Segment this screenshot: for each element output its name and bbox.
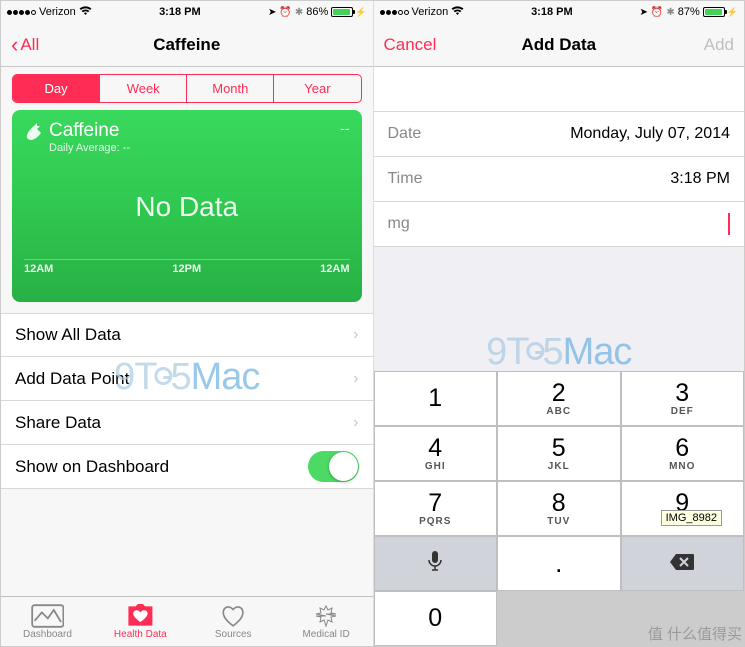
segment-week[interactable]: Week bbox=[99, 75, 186, 102]
key-2[interactable]: 2ABC bbox=[497, 371, 621, 426]
nav-title: Caffeine bbox=[83, 35, 291, 55]
alarm-icon: ⏰ bbox=[651, 7, 663, 18]
battery-pct: 86% bbox=[306, 6, 328, 18]
tab-sources[interactable]: Sources bbox=[187, 597, 280, 646]
dashboard-icon bbox=[31, 604, 65, 628]
bluetooth-icon: ✱ bbox=[666, 7, 674, 18]
alarm-icon: ⏰ bbox=[279, 7, 291, 18]
card-subtitle: Daily Average: -- bbox=[49, 142, 130, 154]
add-button[interactable]: Add bbox=[704, 35, 734, 55]
medical-id-icon bbox=[314, 604, 338, 628]
key-period[interactable]: . bbox=[497, 536, 621, 591]
axis-12am-2: 12AM bbox=[320, 263, 349, 275]
cancel-button[interactable]: Cancel bbox=[384, 35, 437, 55]
row-show-all-data[interactable]: Show All Data › bbox=[1, 313, 373, 357]
chevron-right-icon: › bbox=[353, 326, 358, 344]
nav-title: Add Data bbox=[456, 35, 663, 55]
navbar: Cancel Add Data Add bbox=[374, 23, 745, 67]
segment-day[interactable]: Day bbox=[13, 75, 99, 102]
key-3[interactable]: 3DEF bbox=[621, 371, 745, 426]
navbar: ‹ All Caffeine bbox=[1, 23, 373, 67]
blank-row bbox=[374, 67, 745, 112]
axis-12am-1: 12AM bbox=[24, 263, 53, 275]
statusbar-time: 3:18 PM bbox=[464, 6, 639, 18]
phone-left: Verizon 3:18 PM ➤ ⏰ ✱ 86% ⚡ ‹ All Caffei… bbox=[1, 1, 373, 646]
axis-12pm: 12PM bbox=[172, 263, 201, 275]
tab-medical-id[interactable]: Medical ID bbox=[280, 597, 373, 646]
location-icon: ➤ bbox=[640, 7, 648, 18]
statusbar: Verizon 3:18 PM ➤ ⏰ ✱ 87% ⚡ bbox=[374, 1, 745, 23]
microphone-icon bbox=[427, 550, 443, 578]
carrot-icon bbox=[24, 123, 42, 146]
time-range-segmented: Day Week Month Year bbox=[12, 74, 362, 103]
bluetooth-icon: ✱ bbox=[295, 7, 303, 18]
time-label: Time bbox=[388, 170, 458, 188]
chevron-right-icon: › bbox=[353, 370, 358, 388]
key-0[interactable]: 0 bbox=[374, 591, 498, 646]
battery-pct: 87% bbox=[678, 6, 700, 18]
key-backspace[interactable] bbox=[621, 536, 745, 591]
key-1[interactable]: 1 bbox=[374, 371, 498, 426]
time-value: 3:18 PM bbox=[458, 170, 731, 188]
row-time[interactable]: Time 3:18 PM bbox=[374, 157, 745, 202]
wifi-icon bbox=[79, 6, 92, 19]
text-cursor bbox=[728, 213, 730, 235]
card-no-data: No Data bbox=[24, 154, 350, 259]
statusbar: Verizon 3:18 PM ➤ ⏰ ✱ 86% ⚡ bbox=[1, 1, 373, 23]
date-value: Monday, July 07, 2014 bbox=[458, 125, 731, 143]
key-mic[interactable] bbox=[374, 536, 498, 591]
key-9[interactable]: 9WXYZ bbox=[621, 481, 745, 536]
phone-right: Verizon 3:18 PM ➤ ⏰ ✱ 87% ⚡ Cancel Add D… bbox=[373, 1, 745, 646]
key-6[interactable]: 6MNO bbox=[621, 426, 745, 481]
tabbar: Dashboard Health Data Sources Medical ID bbox=[1, 596, 373, 646]
wifi-icon bbox=[451, 6, 464, 19]
sources-icon bbox=[220, 604, 246, 628]
chevron-left-icon: ‹ bbox=[11, 34, 18, 56]
key-5[interactable]: 5JKL bbox=[497, 426, 621, 481]
statusbar-time: 3:18 PM bbox=[92, 6, 268, 18]
location-icon: ➤ bbox=[268, 7, 276, 18]
content-spacer bbox=[374, 247, 745, 371]
numeric-keypad: 1 2ABC 3DEF 4GHI 5JKL 6MNO 7PQRS 8TUV 9W… bbox=[374, 371, 745, 646]
footer-watermark: 值 什么值得买 bbox=[648, 623, 742, 644]
tab-health-data[interactable]: Health Data bbox=[94, 597, 187, 646]
chevron-right-icon: › bbox=[353, 414, 358, 432]
signal-dots-icon bbox=[7, 10, 36, 15]
carrier-label: Verizon bbox=[412, 6, 449, 18]
date-label: Date bbox=[388, 125, 458, 143]
key-4[interactable]: 4GHI bbox=[374, 426, 498, 481]
mg-input[interactable] bbox=[458, 213, 731, 235]
battery-icon: ⚡ bbox=[331, 7, 366, 18]
row-add-data-point[interactable]: Add Data Point › bbox=[1, 357, 373, 401]
carrier-label: Verizon bbox=[39, 6, 76, 18]
tab-dashboard[interactable]: Dashboard bbox=[1, 597, 94, 646]
card-title: Caffeine bbox=[49, 120, 130, 142]
back-button[interactable]: ‹ All bbox=[11, 34, 39, 56]
row-share-data[interactable]: Share Data › bbox=[1, 401, 373, 445]
segment-month[interactable]: Month bbox=[186, 75, 273, 102]
key-8[interactable]: 8TUV bbox=[497, 481, 621, 536]
signal-dots-icon bbox=[380, 10, 409, 15]
card-value: -- bbox=[340, 120, 349, 136]
row-show-on-dashboard: Show on Dashboard bbox=[1, 445, 373, 489]
caffeine-card[interactable]: Caffeine Daily Average: -- -- No Data 12… bbox=[12, 110, 362, 302]
backspace-icon bbox=[669, 551, 695, 577]
card-axis: 12AM 12PM 12AM bbox=[24, 259, 350, 275]
image-tooltip: IMG_8982 bbox=[661, 510, 722, 526]
health-data-icon bbox=[126, 604, 155, 628]
battery-icon: ⚡ bbox=[703, 7, 738, 18]
segment-year[interactable]: Year bbox=[273, 75, 360, 102]
key-7[interactable]: 7PQRS bbox=[374, 481, 498, 536]
back-label: All bbox=[20, 35, 39, 55]
row-mg[interactable]: mg bbox=[374, 202, 745, 247]
dashboard-toggle[interactable] bbox=[308, 451, 359, 482]
unit-label: mg bbox=[388, 215, 458, 233]
row-date[interactable]: Date Monday, July 07, 2014 bbox=[374, 112, 745, 157]
